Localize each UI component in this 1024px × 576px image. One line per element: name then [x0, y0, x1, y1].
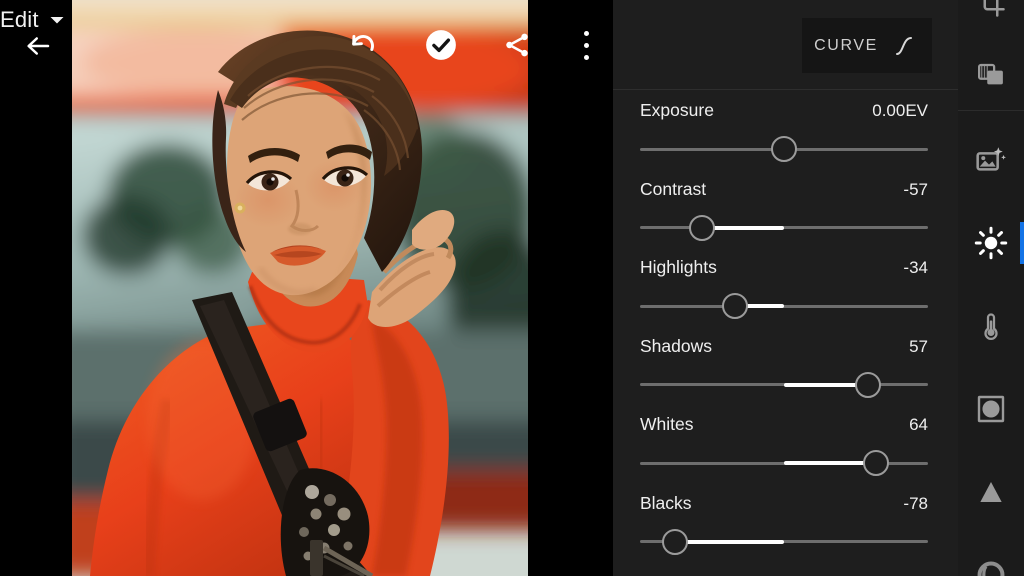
- slider-header: Whites 64: [640, 414, 928, 435]
- top-toolbar: Edit: [0, 0, 613, 90]
- slider-header: Blacks -78: [640, 493, 928, 514]
- optics-lens-icon: [977, 561, 1005, 576]
- slider-row-whites: Whites 64: [613, 404, 958, 483]
- confirm-button[interactable]: [418, 22, 464, 68]
- slider-thumb[interactable]: [771, 136, 797, 162]
- slider-label: Whites: [640, 414, 694, 434]
- slider-track-shadows[interactable]: [640, 371, 928, 398]
- more-vertical-icon: [583, 27, 589, 63]
- auto-enhance-image-icon: [976, 147, 1006, 171]
- rail-item-auto-enhance[interactable]: [958, 127, 1024, 193]
- slider-thumb[interactable]: [688, 214, 715, 241]
- slider-thumb[interactable]: [722, 293, 749, 319]
- slider-header: Shadows 57: [640, 336, 928, 357]
- slider-label: Contrast: [640, 178, 707, 199]
- rail-item-effects[interactable]: [958, 376, 1024, 442]
- tone-curve-icon: [895, 36, 912, 55]
- slider-row-highlights: Highlights -34: [613, 247, 958, 326]
- rail-item-presets[interactable]: [958, 42, 1024, 108]
- slider-track-highlights[interactable]: [640, 293, 928, 319]
- slider-label: Highlights: [640, 257, 717, 277]
- rail-item-crop-rotate[interactable]: [958, 0, 1024, 36]
- slider-row-shadows: Shadows 57: [613, 326, 958, 405]
- layers-copy-icon: [978, 63, 1003, 85]
- slider-value: 64: [909, 415, 928, 434]
- rail-item-optics[interactable]: [958, 542, 1024, 576]
- slider-value: 0.00EV: [872, 101, 928, 120]
- tool-rail: [958, 0, 1024, 576]
- slider-header: Contrast -57: [640, 179, 928, 200]
- slider-thumb[interactable]: [854, 371, 881, 398]
- rail-item-light[interactable]: [958, 210, 1024, 276]
- panel-header: CURVE: [613, 0, 958, 89]
- slider-row-contrast: Contrast -57: [613, 169, 958, 248]
- slider-track-exposure[interactable]: [640, 136, 928, 162]
- slider-track-blacks[interactable]: [640, 528, 928, 555]
- overflow-menu-button[interactable]: [566, 22, 606, 68]
- slider-track-base: [640, 304, 928, 308]
- effects-vignette-icon: [977, 395, 1005, 423]
- slider-value: -57: [903, 179, 928, 199]
- share-button[interactable]: [494, 22, 540, 68]
- share-icon: [506, 33, 528, 57]
- rail-item-color[interactable]: [958, 293, 1024, 359]
- crop-rotate-icon: [983, 0, 1005, 17]
- photo-stage: Edit: [0, 0, 613, 576]
- slider-thumb[interactable]: [863, 450, 890, 476]
- curve-button-label: CURVE: [814, 36, 878, 54]
- slider-row-blacks: Blacks -78: [613, 483, 958, 562]
- slider-header: Highlights -34: [640, 257, 928, 278]
- slider-header: Exposure 0.00EV: [640, 100, 928, 121]
- slider-track-fill: [674, 539, 784, 544]
- color-thermometer-icon: [984, 313, 998, 340]
- light-adjustments-panel: CURVE Exposure 0.00EV Contrast -57 Highl…: [613, 0, 958, 576]
- back-button[interactable]: [16, 24, 60, 68]
- slider-label: Blacks: [640, 492, 692, 513]
- slider-track-contrast[interactable]: [640, 214, 928, 241]
- active-tool-indicator: [1020, 222, 1024, 264]
- slider-label: Shadows: [640, 335, 712, 356]
- rail-divider: [958, 110, 1024, 111]
- slider-value: -78: [903, 493, 928, 513]
- slider-thumb[interactable]: [661, 528, 688, 555]
- undo-button[interactable]: [340, 22, 386, 68]
- slider-list: Exposure 0.00EV Contrast -57 Highlights …: [613, 90, 958, 561]
- rail-item-detail[interactable]: [958, 459, 1024, 525]
- back-arrow-icon: [27, 37, 50, 55]
- curve-button[interactable]: CURVE: [802, 18, 932, 73]
- slider-track-whites[interactable]: [640, 450, 928, 476]
- slider-value: -34: [903, 258, 928, 277]
- detail-triangle-icon: [980, 482, 1002, 502]
- light-sun-icon: [974, 226, 1008, 260]
- slider-row-exposure: Exposure 0.00EV: [613, 90, 958, 169]
- checkmark-icon: [426, 30, 456, 60]
- undo-icon: [352, 35, 374, 51]
- slider-value: 57: [909, 336, 928, 356]
- slider-label: Exposure: [640, 100, 714, 120]
- photo-editor-app: Edit CURVE Exposure 0.00EV Contrast -57 …: [0, 0, 1024, 576]
- slider-track-base: [640, 226, 928, 229]
